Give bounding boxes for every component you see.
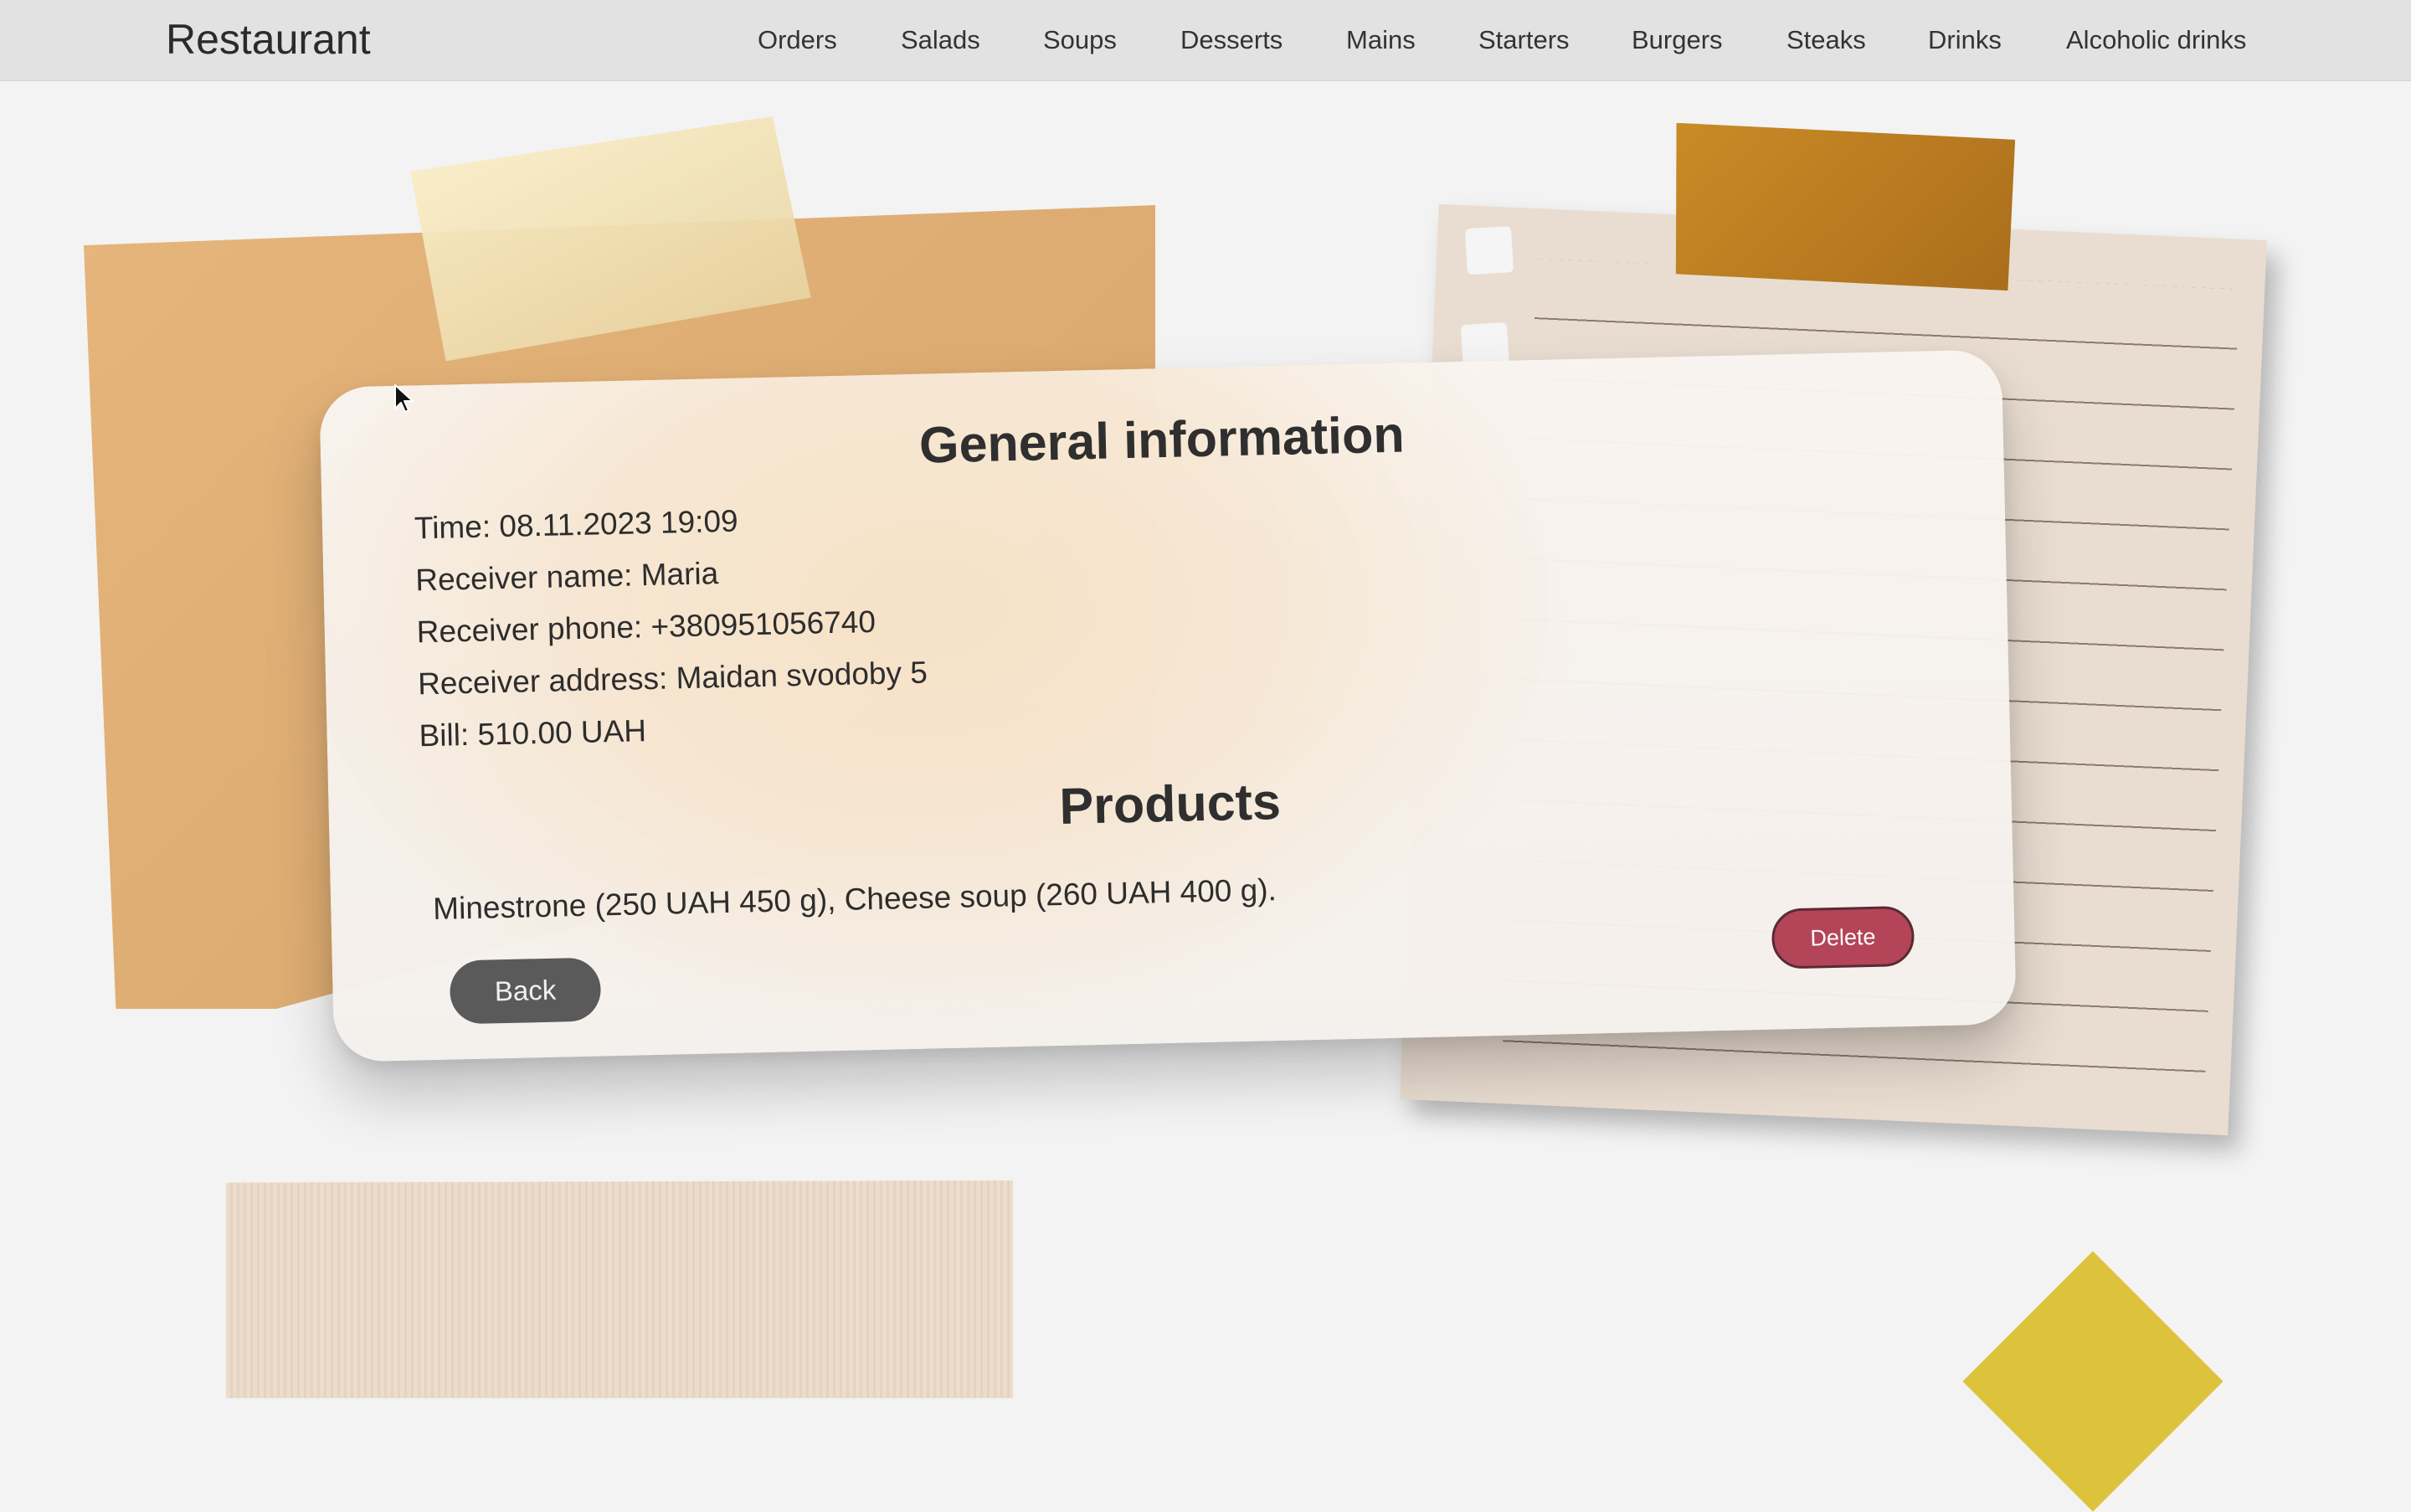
receiver-address: Receiver address: Maidan svodoby 5	[417, 655, 928, 702]
nav-burgers[interactable]: Burgers	[1632, 25, 1723, 55]
receiver-phone: Receiver phone: +380951056740	[416, 604, 876, 650]
top-navbar: Restaurant Orders Salads Soups Desserts …	[0, 0, 2411, 81]
order-info-card: General information Time: 08.11.2023 19:…	[319, 349, 2017, 1062]
decor-sticky-yellow	[1962, 1251, 2223, 1512]
delete-button[interactable]: Delete	[1771, 905, 1915, 969]
general-info-title: General information	[918, 405, 1406, 474]
decor-paper-hole	[1464, 225, 1514, 275]
back-button[interactable]: Back	[449, 957, 602, 1025]
products-list: Minestrone (250 UAH 450 g), Cheese soup …	[432, 872, 1277, 926]
nav-alcoholic-drinks[interactable]: Alcoholic drinks	[2066, 25, 2246, 55]
nav-steaks[interactable]: Steaks	[1786, 25, 1866, 55]
nav-salads[interactable]: Salads	[901, 25, 980, 55]
nav-drinks[interactable]: Drinks	[1928, 25, 2002, 55]
nav-starters[interactable]: Starters	[1478, 25, 1570, 55]
nav-orders[interactable]: Orders	[758, 25, 837, 55]
nav-mains[interactable]: Mains	[1346, 25, 1416, 55]
brand-logo-text[interactable]: Restaurant	[166, 15, 371, 64]
order-bill: Bill: 510.00 UAH	[419, 713, 647, 753]
nav-desserts[interactable]: Desserts	[1180, 25, 1283, 55]
decor-tape-orange	[1673, 123, 2016, 291]
order-time: Time: 08.11.2023 19:09	[414, 503, 739, 546]
arrow-cursor-icon	[394, 384, 414, 413]
nav-soups[interactable]: Soups	[1043, 25, 1117, 55]
products-title: Products	[1058, 772, 1282, 835]
receiver-name: Receiver name: Maria	[414, 556, 719, 598]
decor-paper-ribbed	[226, 1180, 1013, 1398]
